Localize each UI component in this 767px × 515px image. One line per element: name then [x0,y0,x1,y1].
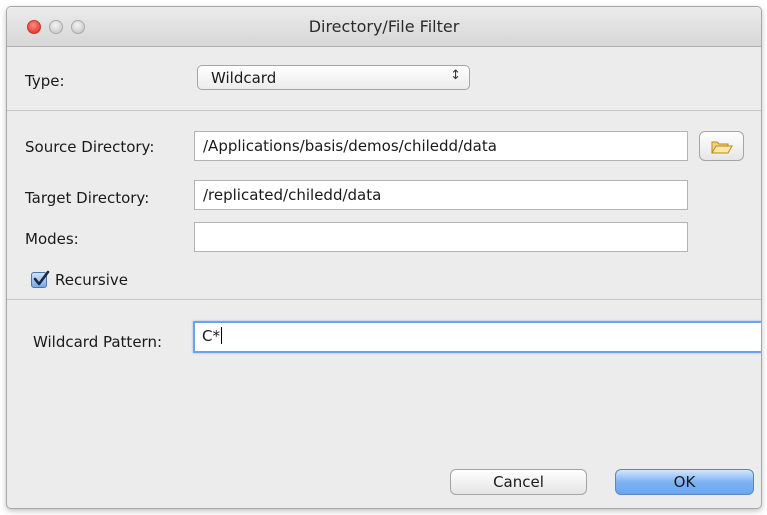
text-caret [220,327,222,344]
wildcard-pattern-field[interactable]: C* [193,321,761,353]
type-select[interactable]: Wildcard ↕ [197,65,470,90]
cancel-button[interactable]: Cancel [450,469,587,495]
browse-folder-button[interactable] [699,131,744,161]
separator-top [7,110,761,111]
checkmark-icon [33,270,50,286]
modes-field[interactable] [194,222,688,252]
wildcard-pattern-value: C* [202,327,220,345]
separator-bottom [7,299,761,300]
select-arrows-icon: ↕ [450,68,461,83]
folder-open-icon [711,141,733,154]
type-label: Type: [25,72,65,90]
recursive-label[interactable]: Recursive [55,271,128,289]
modes-label: Modes: [25,230,79,248]
recursive-checkbox[interactable] [31,270,50,288]
source-directory-label: Source Directory: [25,138,155,156]
target-directory-label: Target Directory: [25,189,150,207]
source-directory-field[interactable]: /Applications/basis/demos/chiledd/data [194,131,688,161]
wildcard-pattern-label: Wildcard Pattern: [33,333,163,351]
type-select-value: Wildcard [211,69,277,87]
window-title: Directory/File Filter [308,17,460,36]
title-bar: Directory/File Filter [7,7,761,47]
ok-button[interactable]: OK [615,469,754,495]
dialog-window: Directory/File Filter Type: Wildcard ↕ S… [6,6,762,509]
target-directory-field[interactable]: /replicated/chiledd/data [194,180,688,210]
